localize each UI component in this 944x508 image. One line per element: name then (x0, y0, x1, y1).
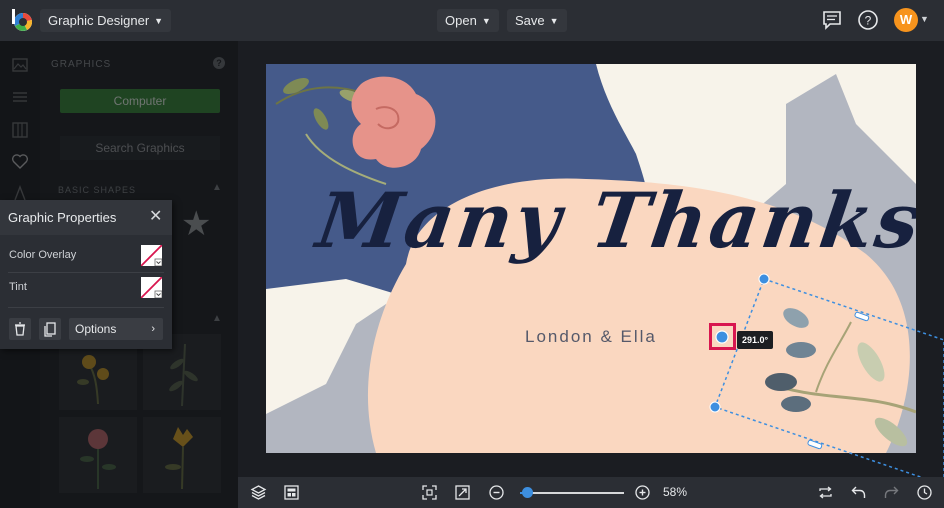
heart-icon[interactable] (11, 152, 29, 170)
color-overlay-swatch[interactable] (141, 245, 162, 266)
names-text[interactable]: London & Ella (525, 327, 657, 347)
computer-button[interactable]: Computer (60, 89, 220, 113)
graphic-thumbnail[interactable] (59, 417, 137, 493)
svg-text:?: ? (865, 14, 872, 28)
avatar[interactable]: W (894, 8, 918, 32)
color-overlay-label: Color Overlay (9, 249, 77, 261)
zoom-in-icon[interactable] (634, 484, 651, 501)
graphic-properties-panel: Graphic Properties ✕ Color Overlay Tint … (0, 200, 172, 349)
graphic-properties-title: Graphic Properties (8, 210, 117, 225)
top-bar: Graphic Designer ▼ Open ▼ Save ▼ ? W ▼ (0, 0, 944, 41)
logo-icon[interactable] (10, 8, 34, 32)
save-menu-button[interactable]: Save ▼ (507, 9, 567, 32)
tint-label: Tint (9, 281, 27, 293)
help-icon[interactable]: ? (213, 57, 225, 69)
chevron-down-icon: ▼ (481, 16, 491, 26)
app-switcher-button[interactable]: Graphic Designer ▼ (40, 9, 172, 32)
zoom-out-icon[interactable] (488, 484, 505, 501)
trash-icon (15, 322, 25, 336)
chevron-down-icon: ▼ (154, 16, 164, 26)
headline-text[interactable]: Many Thanks (312, 176, 916, 265)
layout-icon[interactable] (11, 121, 29, 139)
design-canvas[interactable]: Many Thanks London & Ella (266, 64, 916, 453)
chevron-right-icon: › (151, 323, 155, 335)
fit-screen-icon[interactable] (421, 484, 438, 501)
zoom-slider-track[interactable] (520, 492, 624, 494)
zoom-slider-knob[interactable] (521, 487, 533, 498)
no-color-icon (141, 245, 162, 266)
template-icon[interactable] (283, 484, 300, 501)
watercolor-leaves-graphic[interactable] (726, 282, 916, 453)
lily-icon (165, 427, 193, 490)
bottom-toolbar: 58% (238, 477, 944, 508)
chevron-up-icon[interactable]: ▲ (212, 182, 222, 193)
divider (8, 272, 164, 273)
close-icon[interactable]: ✕ (149, 208, 162, 226)
undo-icon[interactable] (850, 484, 867, 501)
adjust-icon[interactable] (11, 88, 29, 106)
graphic-thumbnail[interactable] (143, 417, 221, 493)
history-icon[interactable] (916, 484, 933, 501)
graphic-properties-header: Graphic Properties ✕ (0, 200, 172, 235)
star-icon[interactable]: ★ (181, 207, 211, 241)
basic-shapes-label: BASIC SHAPES (58, 185, 137, 195)
delete-button[interactable] (9, 318, 31, 340)
panel-title: GRAPHICS (51, 59, 112, 70)
redo-icon[interactable] (883, 484, 900, 501)
chevron-down-icon: ▼ (549, 16, 559, 26)
duplicate-button[interactable] (39, 318, 61, 340)
help-icon[interactable]: ? (857, 9, 879, 31)
chat-icon[interactable] (821, 9, 843, 31)
rotation-angle-tooltip: 291.0° (737, 331, 774, 349)
search-graphics-button[interactable]: Search Graphics (60, 136, 220, 160)
chevron-down-icon[interactable]: ▼ (920, 14, 929, 24)
expand-icon[interactable] (454, 484, 471, 501)
no-color-icon (141, 277, 162, 298)
divider (8, 307, 164, 308)
replace-icon[interactable] (817, 484, 834, 501)
photo-icon[interactable] (11, 56, 29, 74)
zoom-level[interactable]: 58% (663, 485, 687, 499)
tint-swatch[interactable] (141, 277, 162, 298)
copy-icon (44, 322, 56, 337)
rotation-handle-highlight[interactable] (709, 323, 736, 350)
watercolor-rose-graphic (275, 76, 436, 168)
rose-icon (80, 429, 116, 489)
chevron-up-icon[interactable]: ▲ (212, 313, 222, 324)
open-menu-button[interactable]: Open ▼ (437, 9, 499, 32)
options-button[interactable]: Options › (69, 318, 163, 340)
layers-icon[interactable] (250, 484, 267, 501)
